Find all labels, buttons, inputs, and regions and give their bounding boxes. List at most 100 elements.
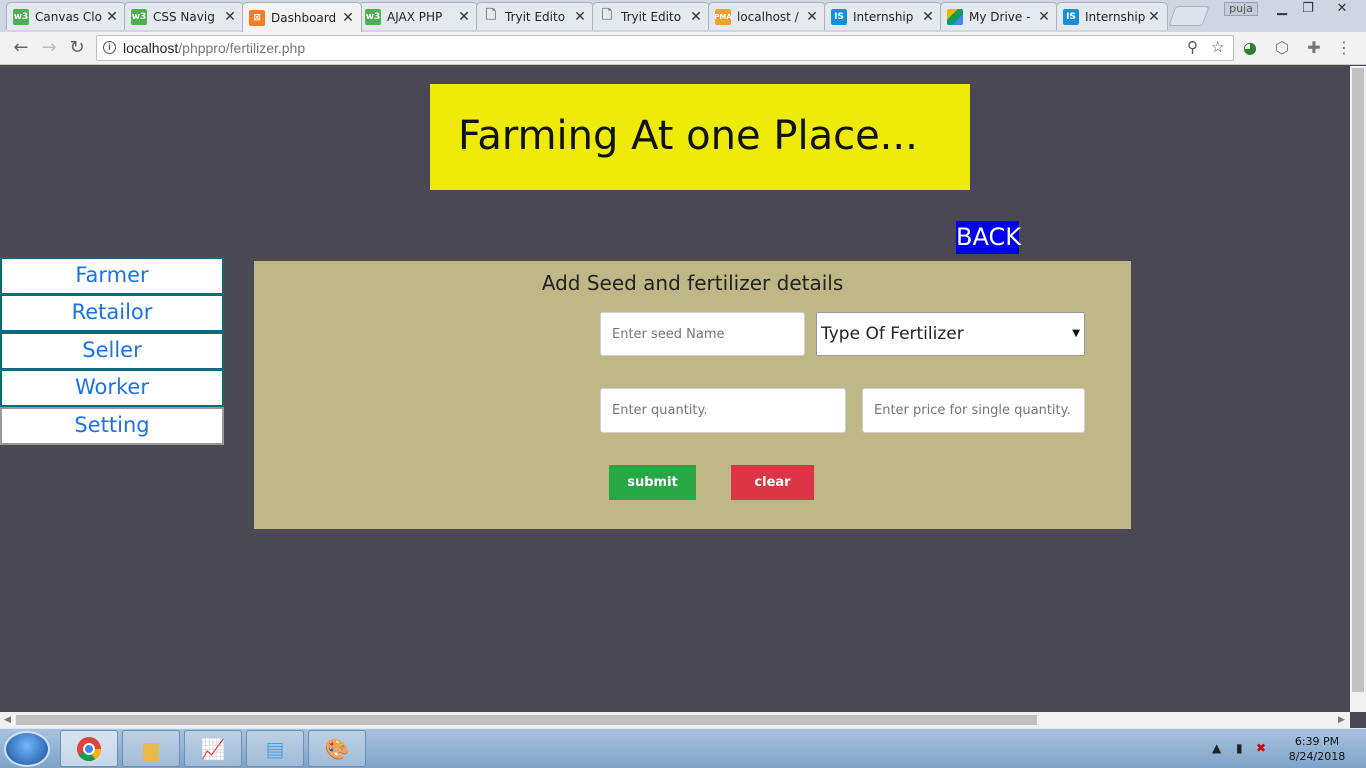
scroll-left-arrow-icon[interactable]: ◀ [4, 715, 11, 725]
extension-puzzle-icon[interactable]: ✚ [1304, 38, 1324, 58]
address-host: localhost [123, 40, 179, 56]
google-drive-icon [947, 8, 963, 25]
fertilizer-type-select[interactable]: Type Of Fertilizer ▼ [816, 312, 1085, 356]
menu-dots-icon[interactable]: ⋮ [1334, 38, 1354, 58]
bookmark-star-icon[interactable]: ☆ [1211, 36, 1224, 60]
address-bar[interactable]: i localhost/phppro/fertilizer.php ⚲ ☆ [96, 35, 1234, 61]
tab-title: Dashboard [271, 10, 337, 25]
price-input[interactable] [862, 388, 1085, 433]
notepad-taskbar-icon[interactable]: ▤ [246, 730, 304, 767]
form-panel: Add Seed and fertilizer details Type Of … [254, 261, 1131, 529]
info-icon[interactable]: i [103, 41, 116, 54]
address-path: /phppro/fertilizer.php [178, 40, 306, 56]
tab-internship-2[interactable]: IS Internship ✕ [1056, 2, 1168, 30]
battery-icon[interactable]: ▮ [1236, 741, 1243, 755]
close-window-icon[interactable]: ✕ [1322, 0, 1362, 18]
w3schools-icon: w3 [131, 8, 147, 25]
reload-icon[interactable]: ↻ [66, 37, 88, 59]
tab-title: Internship [853, 9, 914, 24]
explorer-taskbar-icon[interactable]: ▆ [122, 730, 180, 767]
internshala-icon: IS [1063, 8, 1079, 25]
page-content: Farming At one Place... BACK Farmer Reta… [0, 66, 1350, 712]
minimize-icon[interactable]: ▁ [1270, 0, 1294, 18]
tab-title: Canvas Clo [35, 9, 102, 24]
notepad-icon: ▤ [265, 736, 285, 761]
new-tab-button[interactable] [1168, 6, 1210, 26]
tab-dashboard[interactable]: ⊠ Dashboard ✕ [242, 2, 362, 32]
tab-title: Internship [1085, 9, 1146, 24]
banner: Farming At one Place... [430, 84, 970, 190]
close-tab-icon[interactable]: ✕ [805, 9, 819, 25]
sidebar-item-farmer[interactable]: Farmer [0, 257, 224, 295]
back-arrow-icon[interactable]: ← [10, 37, 32, 59]
close-tab-icon[interactable]: ✕ [1147, 9, 1161, 25]
close-tab-icon[interactable]: ✕ [223, 9, 237, 25]
chart-pencil-icon: 📈 [200, 736, 226, 761]
horizontal-scrollbar[interactable]: ◀ ▶ [0, 712, 1350, 728]
zoom-icon[interactable]: ⚲ [1187, 36, 1198, 60]
sidebar-item-setting[interactable]: Setting [0, 407, 224, 445]
extension-globe-icon[interactable]: ◕ [1240, 38, 1260, 58]
sidebar-item-worker[interactable]: Worker [0, 369, 224, 407]
tab-title: My Drive - [969, 9, 1031, 24]
maximize-icon[interactable]: ❐ [1296, 0, 1320, 18]
close-tab-icon[interactable]: ✕ [341, 10, 355, 26]
dropdown-arrow-icon: ▼ [1072, 328, 1080, 339]
show-hidden-icons-icon[interactable]: ▲ [1212, 741, 1221, 755]
chrome-taskbar-icon[interactable] [60, 730, 118, 767]
close-tab-icon[interactable]: ✕ [105, 9, 119, 25]
seed-name-input[interactable] [600, 312, 805, 356]
fertilizer-type-value: Type Of Fertilizer [821, 324, 964, 344]
banner-title: Farming At one Place... [458, 113, 918, 159]
taskbar: ▆ 📈 ▤ 🎨 ▲ ▮ ✖ 6:39 PM 8/24/2018 [0, 728, 1366, 768]
tab-css-navig[interactable]: w3 CSS Navig ✕ [124, 2, 244, 30]
paint-palette-icon: 🎨 [324, 736, 350, 761]
scroll-right-arrow-icon[interactable]: ▶ [1338, 715, 1345, 725]
tab-ajax-php[interactable]: w3 AJAX PHP ✕ [358, 2, 478, 30]
vertical-scroll-thumb[interactable] [1352, 68, 1364, 692]
extension-cube-icon[interactable]: ⬡ [1272, 38, 1292, 58]
chrome-icon [77, 736, 101, 761]
tab-tryit-editor-2[interactable]: 🗋 Tryit Edito ✕ [592, 2, 710, 30]
network-icon[interactable]: ✖ [1256, 741, 1266, 755]
close-tab-icon[interactable]: ✕ [689, 9, 703, 25]
paint-taskbar-icon[interactable]: 🎨 [308, 730, 366, 767]
tab-localhost-phpmyadmin[interactable]: PMA localhost / ✕ [708, 2, 826, 30]
form-title: Add Seed and fertilizer details [541, 271, 844, 295]
w3schools-icon: w3 [365, 8, 381, 25]
tab-my-drive[interactable]: My Drive - ✕ [940, 2, 1058, 30]
browser-toolbar: ← → ↻ i localhost/phppro/fertilizer.php … [0, 32, 1366, 65]
quantity-input[interactable] [600, 388, 846, 433]
start-button[interactable] [4, 731, 50, 767]
internshala-icon: IS [831, 8, 847, 25]
tab-tryit-editor-1[interactable]: 🗋 Tryit Edito ✕ [476, 2, 594, 30]
close-tab-icon[interactable]: ✕ [457, 9, 471, 25]
tab-strip: w3 Canvas Clo ✕ w3 CSS Navig ✕ ⊠ Dashboa… [0, 0, 1366, 32]
clock-date: 8/24/2018 [1288, 750, 1346, 763]
back-button[interactable]: BACK [956, 221, 1021, 254]
clear-button[interactable]: clear [731, 465, 814, 500]
task-manager-taskbar-icon[interactable]: 📈 [184, 730, 242, 767]
profile-badge[interactable]: puja [1224, 2, 1258, 16]
document-icon: 🗋 [485, 7, 497, 23]
vertical-scrollbar[interactable] [1350, 66, 1366, 712]
tab-title: Tryit Edito [505, 9, 566, 24]
w3schools-icon: w3 [13, 8, 29, 25]
horizontal-scroll-thumb[interactable] [16, 715, 1037, 725]
tab-title: AJAX PHP [387, 9, 443, 24]
sidebar-item-seller[interactable]: Seller [0, 332, 224, 370]
system-clock[interactable]: 6:39 PM 8/24/2018 [1284, 734, 1350, 764]
phpmyadmin-icon: PMA [714, 8, 732, 25]
forward-arrow-icon[interactable]: → [38, 37, 60, 59]
folder-icon: ▆ [143, 736, 159, 761]
submit-button[interactable]: submit [609, 465, 696, 500]
tab-title: CSS Navig [153, 9, 215, 24]
tab-canvas-clo[interactable]: w3 Canvas Clo ✕ [6, 2, 126, 30]
tab-internship-1[interactable]: IS Internship ✕ [824, 2, 942, 30]
clock-time: 6:39 PM [1294, 735, 1340, 748]
close-tab-icon[interactable]: ✕ [921, 9, 935, 25]
close-tab-icon[interactable]: ✕ [1037, 9, 1051, 25]
close-tab-icon[interactable]: ✕ [573, 9, 587, 25]
sidebar-item-retailor[interactable]: Retailor [0, 294, 224, 332]
tab-title: Tryit Edito [621, 9, 682, 24]
